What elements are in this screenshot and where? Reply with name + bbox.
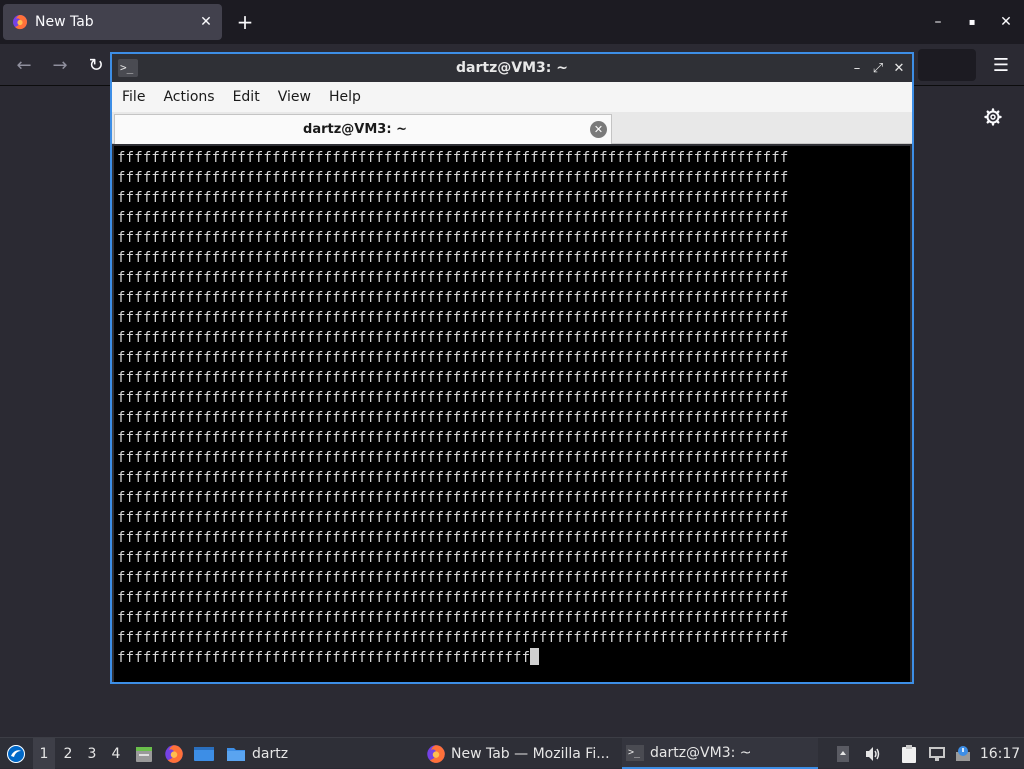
terminal-output-line: ffffffffffffffffffffffffffffffffffffffff…: [117, 390, 789, 406]
firefox-icon: [427, 744, 445, 763]
menu-view[interactable]: View: [269, 89, 320, 105]
terminal-icon: >_: [626, 744, 644, 761]
app-menu-icon[interactable]: [4, 738, 28, 769]
scroll-up-icon: [837, 745, 849, 762]
terminal-output-line: ffffffffffffffffffffffffffffffffffffffff…: [117, 470, 789, 486]
terminal-output-line: ffffffffffffffffffffffffffffffffffffffff…: [117, 350, 789, 366]
clipboard-icon-svg: [902, 744, 916, 763]
terminal-window-title: dartz@VM3: ~: [456, 60, 568, 76]
reload-button[interactable]: ↻: [83, 52, 109, 78]
browser-tab-new-tab[interactable]: New Tab ✕: [3, 4, 222, 40]
terminal-output-line: ffffffffffffffffffffffffffffffffffffffff…: [117, 330, 789, 346]
hamburger-menu-icon[interactable]: ☰: [988, 52, 1014, 78]
terminal-output-line: ffffffffffffffffffffffffffffffffffffffff…: [117, 230, 789, 246]
taskbar: 1 2 3 4 dartz New Tab — Mozilla Fi... >_…: [0, 737, 1024, 769]
workspace-1[interactable]: 1: [33, 738, 55, 769]
terminal-output-line: ffffffffffffffffffffffffffffffffffffffff…: [117, 450, 789, 466]
terminal-output-line: ffffffffffffffffffffffffffffffffffffffff…: [117, 630, 789, 646]
terminal-output-line: ffffffffffffffffffffffffffffffffffffffff…: [117, 570, 789, 586]
menu-help[interactable]: Help: [320, 89, 370, 105]
terminal-output-line: ffffffffffffffffffffffffffffffffffffffff…: [117, 190, 789, 206]
browser-minimize-button[interactable]: –: [926, 10, 950, 34]
close-tab-icon[interactable]: ✕: [194, 10, 218, 34]
lubuntu-logo-icon: [7, 744, 25, 763]
browser-tab-title: New Tab: [35, 14, 94, 30]
url-bar[interactable]: [918, 49, 976, 81]
terminal-output-line: ffffffffffffffffffffffffffffffffffffffff…: [117, 150, 789, 166]
terminal-output-line: ffffffffffffffffffffffffffffffffffffffff…: [117, 610, 789, 626]
terminal-output-line: ffffffffffffffffffffffffffffffffffffffff…: [117, 590, 789, 606]
desktop-icon: [194, 746, 214, 761]
terminal-output-line: ffffffffffffffffffffffffffffffffffffffff…: [117, 310, 789, 326]
terminal-output-line: ffffffffffffffffffffffffffffffffffffffff…: [117, 490, 789, 506]
terminal-tab-bar: dartz@VM3: ~ ✕: [112, 112, 912, 144]
network-wired-icon: [929, 746, 945, 761]
taskbar-task-terminal-label: dartz@VM3: ~: [650, 744, 752, 761]
firefox-icon: [165, 744, 183, 763]
terminal-tab[interactable]: dartz@VM3: ~ ✕: [114, 114, 612, 144]
terminal-output[interactable]: ffffffffffffffffffffffffffffffffffffffff…: [114, 146, 910, 682]
forward-button[interactable]: →: [47, 52, 73, 78]
network-icon[interactable]: [926, 738, 948, 769]
terminal-cursor: [530, 648, 540, 665]
file-manager-launcher-icon[interactable]: [134, 738, 154, 769]
taskbar-folder-dartz[interactable]: dartz: [222, 738, 302, 769]
firefox-launcher-icon[interactable]: [164, 738, 184, 769]
gear-icon[interactable]: [980, 104, 1006, 130]
file-manager-icon: [136, 746, 152, 762]
terminal-prompt-line: ffffffffffffffffffffffffffffffffffffffff…: [117, 648, 910, 668]
workspace-3[interactable]: 3: [81, 738, 103, 769]
taskbar-task-firefox[interactable]: New Tab — Mozilla Fi...: [422, 738, 618, 769]
updates-icon: [956, 745, 970, 761]
clock[interactable]: 16:17: [978, 738, 1022, 769]
terminal-output-line: ffffffffffffffffffffffffffffffffffffffff…: [117, 270, 789, 286]
terminal-output-line: ffffffffffffffffffffffffffffffffffffffff…: [117, 370, 789, 386]
terminal-output-line: ffffffffffffffffffffffffffffffffffffffff…: [117, 430, 789, 446]
terminal-output-line: ffffffffffffffffffffffffffffffffffffffff…: [117, 250, 789, 266]
terminal-output-line: ffffffffffffffffffffffffffffffffffffffff…: [117, 290, 789, 306]
terminal-output-line: ffffffffffffffffffffffffffffffffffffffff…: [117, 550, 789, 566]
menu-edit[interactable]: Edit: [224, 89, 269, 105]
speaker-icon: [866, 746, 880, 761]
gear-icon-svg: [984, 108, 1002, 126]
terminal-restore-button[interactable]: ⤢: [867, 56, 889, 80]
new-tab-button[interactable]: +: [233, 10, 257, 34]
menu-actions[interactable]: Actions: [154, 89, 223, 105]
menu-file[interactable]: File: [112, 89, 154, 105]
terminal-input-text: ffffffffffffffffffffffffffffffffffffffff…: [117, 650, 531, 666]
terminal-output-line: ffffffffffffffffffffffffffffffffffffffff…: [117, 530, 789, 546]
terminal-minimize-button[interactable]: –: [846, 56, 868, 80]
terminal-titlebar[interactable]: >_ dartz@VM3: ~ – ⤢ ✕: [112, 54, 912, 82]
terminal-output-line: ffffffffffffffffffffffffffffffffffffffff…: [117, 510, 789, 526]
terminal-close-button[interactable]: ✕: [888, 56, 910, 80]
terminal-output-line: ffffffffffffffffffffffffffffffffffffffff…: [117, 170, 789, 186]
show-desktop-icon[interactable]: [193, 738, 215, 769]
workspace-2[interactable]: 2: [57, 738, 79, 769]
close-icon[interactable]: ✕: [590, 121, 607, 138]
taskbar-task-firefox-label: New Tab — Mozilla Fi...: [451, 745, 610, 762]
terminal-output-line: ffffffffffffffffffffffffffffffffffffffff…: [117, 410, 789, 426]
volume-icon[interactable]: [862, 738, 884, 769]
browser-tab-bar: New Tab ✕ + – ▪ ✕: [0, 0, 1024, 44]
firefox-icon: [13, 15, 28, 30]
taskbar-task-terminal[interactable]: >_ dartz@VM3: ~: [622, 738, 818, 769]
panel-scroll-icon[interactable]: [834, 738, 852, 769]
back-button[interactable]: ←: [11, 52, 37, 78]
notification-icon[interactable]: [952, 738, 974, 769]
taskbar-folder-label: dartz: [252, 745, 289, 762]
terminal-window[interactable]: >_ dartz@VM3: ~ – ⤢ ✕ File Actions Edit …: [110, 52, 914, 684]
terminal-tab-label: dartz@VM3: ~: [303, 122, 407, 137]
terminal-output-line: ffffffffffffffffffffffffffffffffffffffff…: [117, 210, 789, 226]
browser-maximize-button[interactable]: ▪: [960, 10, 984, 34]
clipboard-icon[interactable]: [898, 738, 920, 769]
folder-icon: [227, 747, 245, 761]
workspace-4[interactable]: 4: [105, 738, 127, 769]
browser-close-button[interactable]: ✕: [994, 10, 1018, 34]
terminal-menubar: File Actions Edit View Help: [112, 82, 912, 112]
